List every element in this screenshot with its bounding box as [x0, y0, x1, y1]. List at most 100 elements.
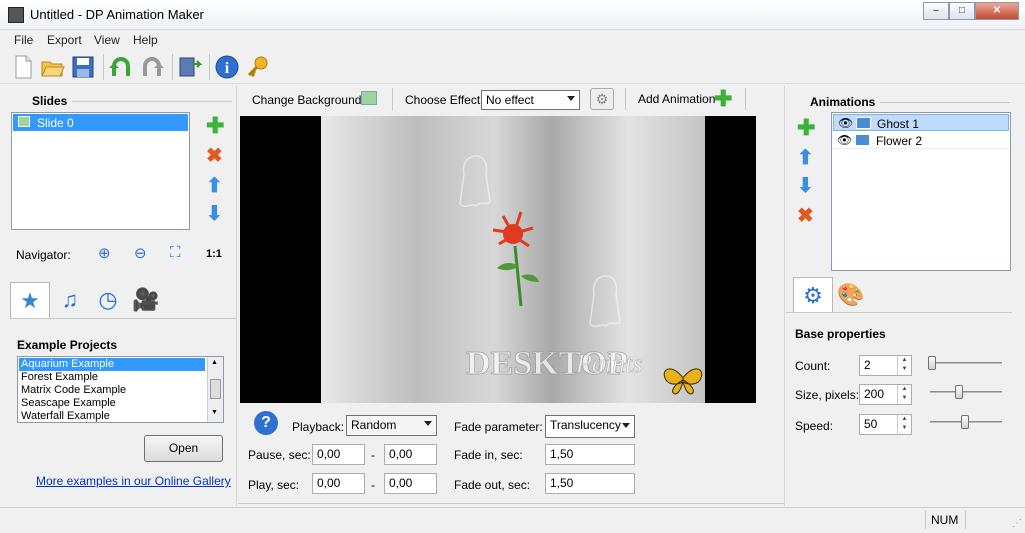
sprite-thumb-icon	[856, 117, 871, 129]
redo-icon[interactable]	[139, 54, 165, 80]
chevron-down-icon	[622, 423, 630, 428]
speed-field[interactable]: 50 ▲ ▼	[859, 414, 912, 435]
menu-bar: File Export View Help	[0, 31, 1025, 49]
tab-video[interactable]: 🎥	[126, 282, 166, 318]
tab-music[interactable]: ♫	[50, 282, 90, 318]
new-icon[interactable]	[10, 54, 36, 80]
change-background-label[interactable]: Change Background	[252, 93, 361, 107]
add-animation-side-icon[interactable]: ✚	[797, 117, 815, 139]
slides-title: Slides	[32, 94, 68, 108]
add-animation-icon[interactable]: ✚	[714, 88, 732, 110]
key-icon[interactable]	[245, 54, 271, 80]
maximize-button[interactable]: □	[949, 2, 975, 20]
playback-label: Playback:	[292, 420, 345, 434]
scene-background: DESKTOP Paints	[321, 116, 705, 403]
slides-list[interactable]: Slide 0	[11, 112, 190, 230]
spinner[interactable]: ▲ ▼	[897, 385, 911, 404]
list-item[interactable]: Forest Example	[21, 371, 98, 383]
butterfly-logo	[663, 368, 703, 395]
animations-list[interactable]: 👁 Ghost 1 👁 Flower 2	[831, 112, 1011, 271]
add-animation-label[interactable]: Add Animation	[638, 92, 715, 106]
close-button[interactable]: ✕	[975, 2, 1019, 20]
menu-export[interactable]: Export	[47, 33, 82, 47]
watermark-paints: Paints	[575, 349, 642, 378]
background-image-icon[interactable]	[361, 91, 377, 105]
svg-text:i: i	[225, 60, 230, 77]
delete-slide-icon[interactable]: ✖	[206, 146, 223, 166]
chevron-down-icon	[567, 96, 575, 101]
zoom-in-icon[interactable]: ⊕	[98, 244, 111, 262]
fit-icon[interactable]: ⛶	[170, 244, 181, 261]
undo-icon[interactable]	[108, 54, 134, 80]
export-movie-icon[interactable]	[177, 54, 203, 80]
move-down-icon[interactable]: ⬇	[206, 204, 223, 224]
play-to-field[interactable]: 0,00	[384, 473, 437, 494]
fade-parameter-select[interactable]: Translucency	[545, 415, 635, 438]
menu-help[interactable]: Help	[133, 33, 158, 47]
count-label: Count:	[795, 359, 831, 373]
list-item[interactable]: 👁 Ghost 1	[833, 114, 1009, 131]
info-icon[interactable]: i	[214, 54, 240, 80]
list-item[interactable]: Seascape Example	[21, 397, 116, 409]
size-slider[interactable]	[930, 391, 1002, 393]
help-icon[interactable]: ?	[254, 411, 278, 435]
base-properties-title: Base properties	[795, 327, 886, 341]
save-icon[interactable]	[70, 54, 96, 80]
effect-select[interactable]: No effect	[481, 90, 580, 110]
gallery-link[interactable]: More examples in our Online Gallery	[36, 474, 231, 488]
count-field[interactable]: 2 ▲ ▼	[859, 355, 912, 376]
scroll-thumb[interactable]	[210, 379, 221, 399]
eye-icon[interactable]: 👁	[837, 133, 852, 147]
projects-list[interactable]: Aquarium Example Forest Example Matrix C…	[17, 356, 224, 423]
tab-properties[interactable]: ⚙	[793, 277, 833, 313]
delete-animation-icon[interactable]: ✖	[797, 206, 814, 226]
pause-from-field[interactable]: 0,00	[312, 444, 365, 465]
list-item[interactable]: Matrix Code Example	[21, 384, 126, 396]
open-icon[interactable]	[40, 54, 66, 80]
count-slider-thumb[interactable]	[928, 356, 936, 370]
tab-appearance[interactable]: 🎨	[831, 277, 871, 313]
title-bar: Untitled - DP Animation Maker – □ ✕	[0, 0, 1025, 30]
animation-up-icon[interactable]: ⬆	[797, 148, 814, 168]
navigator-label: Navigator:	[16, 248, 71, 262]
tab-clock[interactable]: ◷	[88, 282, 128, 318]
menu-view[interactable]: View	[94, 33, 120, 47]
spinner[interactable]: ▲ ▼	[897, 356, 911, 375]
list-item[interactable]: Waterfall Example	[21, 410, 110, 422]
list-item[interactable]: 👁 Flower 2	[833, 132, 1009, 149]
pause-label: Pause, sec:	[248, 448, 311, 462]
open-button[interactable]: Open	[144, 435, 223, 462]
spinner[interactable]: ▲ ▼	[897, 415, 911, 434]
star-icon: ★	[20, 288, 40, 313]
size-slider-thumb[interactable]	[955, 385, 963, 399]
actual-size-button[interactable]: 1:1	[206, 248, 222, 260]
window-title: Untitled - DP Animation Maker	[30, 7, 204, 22]
speed-label: Speed:	[795, 419, 834, 433]
speed-slider-thumb[interactable]	[961, 415, 969, 429]
scrollbar[interactable]: ▲ ▼	[207, 357, 223, 422]
tab-projects[interactable]: ★	[10, 282, 50, 318]
add-slide-icon[interactable]: ✚	[206, 115, 224, 137]
resize-grip-icon[interactable]: ⋰	[1012, 518, 1022, 529]
zoom-out-icon[interactable]: ⊖	[134, 244, 147, 262]
projects-title: Example Projects	[17, 338, 118, 352]
play-from-field[interactable]: 0,00	[312, 473, 365, 494]
pause-to-field[interactable]: 0,00	[384, 444, 437, 465]
fade-in-field[interactable]: 1,50	[545, 444, 635, 465]
fade-out-field[interactable]: 1,50	[545, 473, 635, 494]
playback-select[interactable]: Random	[346, 415, 437, 436]
effect-settings-icon[interactable]: ⚙	[590, 88, 614, 110]
fade-parameter-label: Fade parameter:	[454, 420, 543, 434]
animation-down-icon[interactable]: ⬇	[797, 176, 814, 196]
list-item[interactable]: Aquarium Example	[19, 358, 205, 371]
menu-file[interactable]: File	[14, 33, 33, 47]
slide-thumb-icon	[18, 116, 30, 127]
size-field[interactable]: 200 ▲ ▼	[859, 384, 912, 405]
eye-icon[interactable]: 👁	[838, 116, 853, 130]
camera-icon: 🎥	[132, 287, 160, 312]
list-item[interactable]: Slide 0	[13, 114, 188, 131]
move-up-icon[interactable]: ⬆	[206, 176, 223, 196]
count-slider[interactable]	[930, 362, 1002, 364]
minimize-button[interactable]: –	[923, 2, 949, 20]
status-bar: NUM ⋰	[0, 507, 1025, 533]
